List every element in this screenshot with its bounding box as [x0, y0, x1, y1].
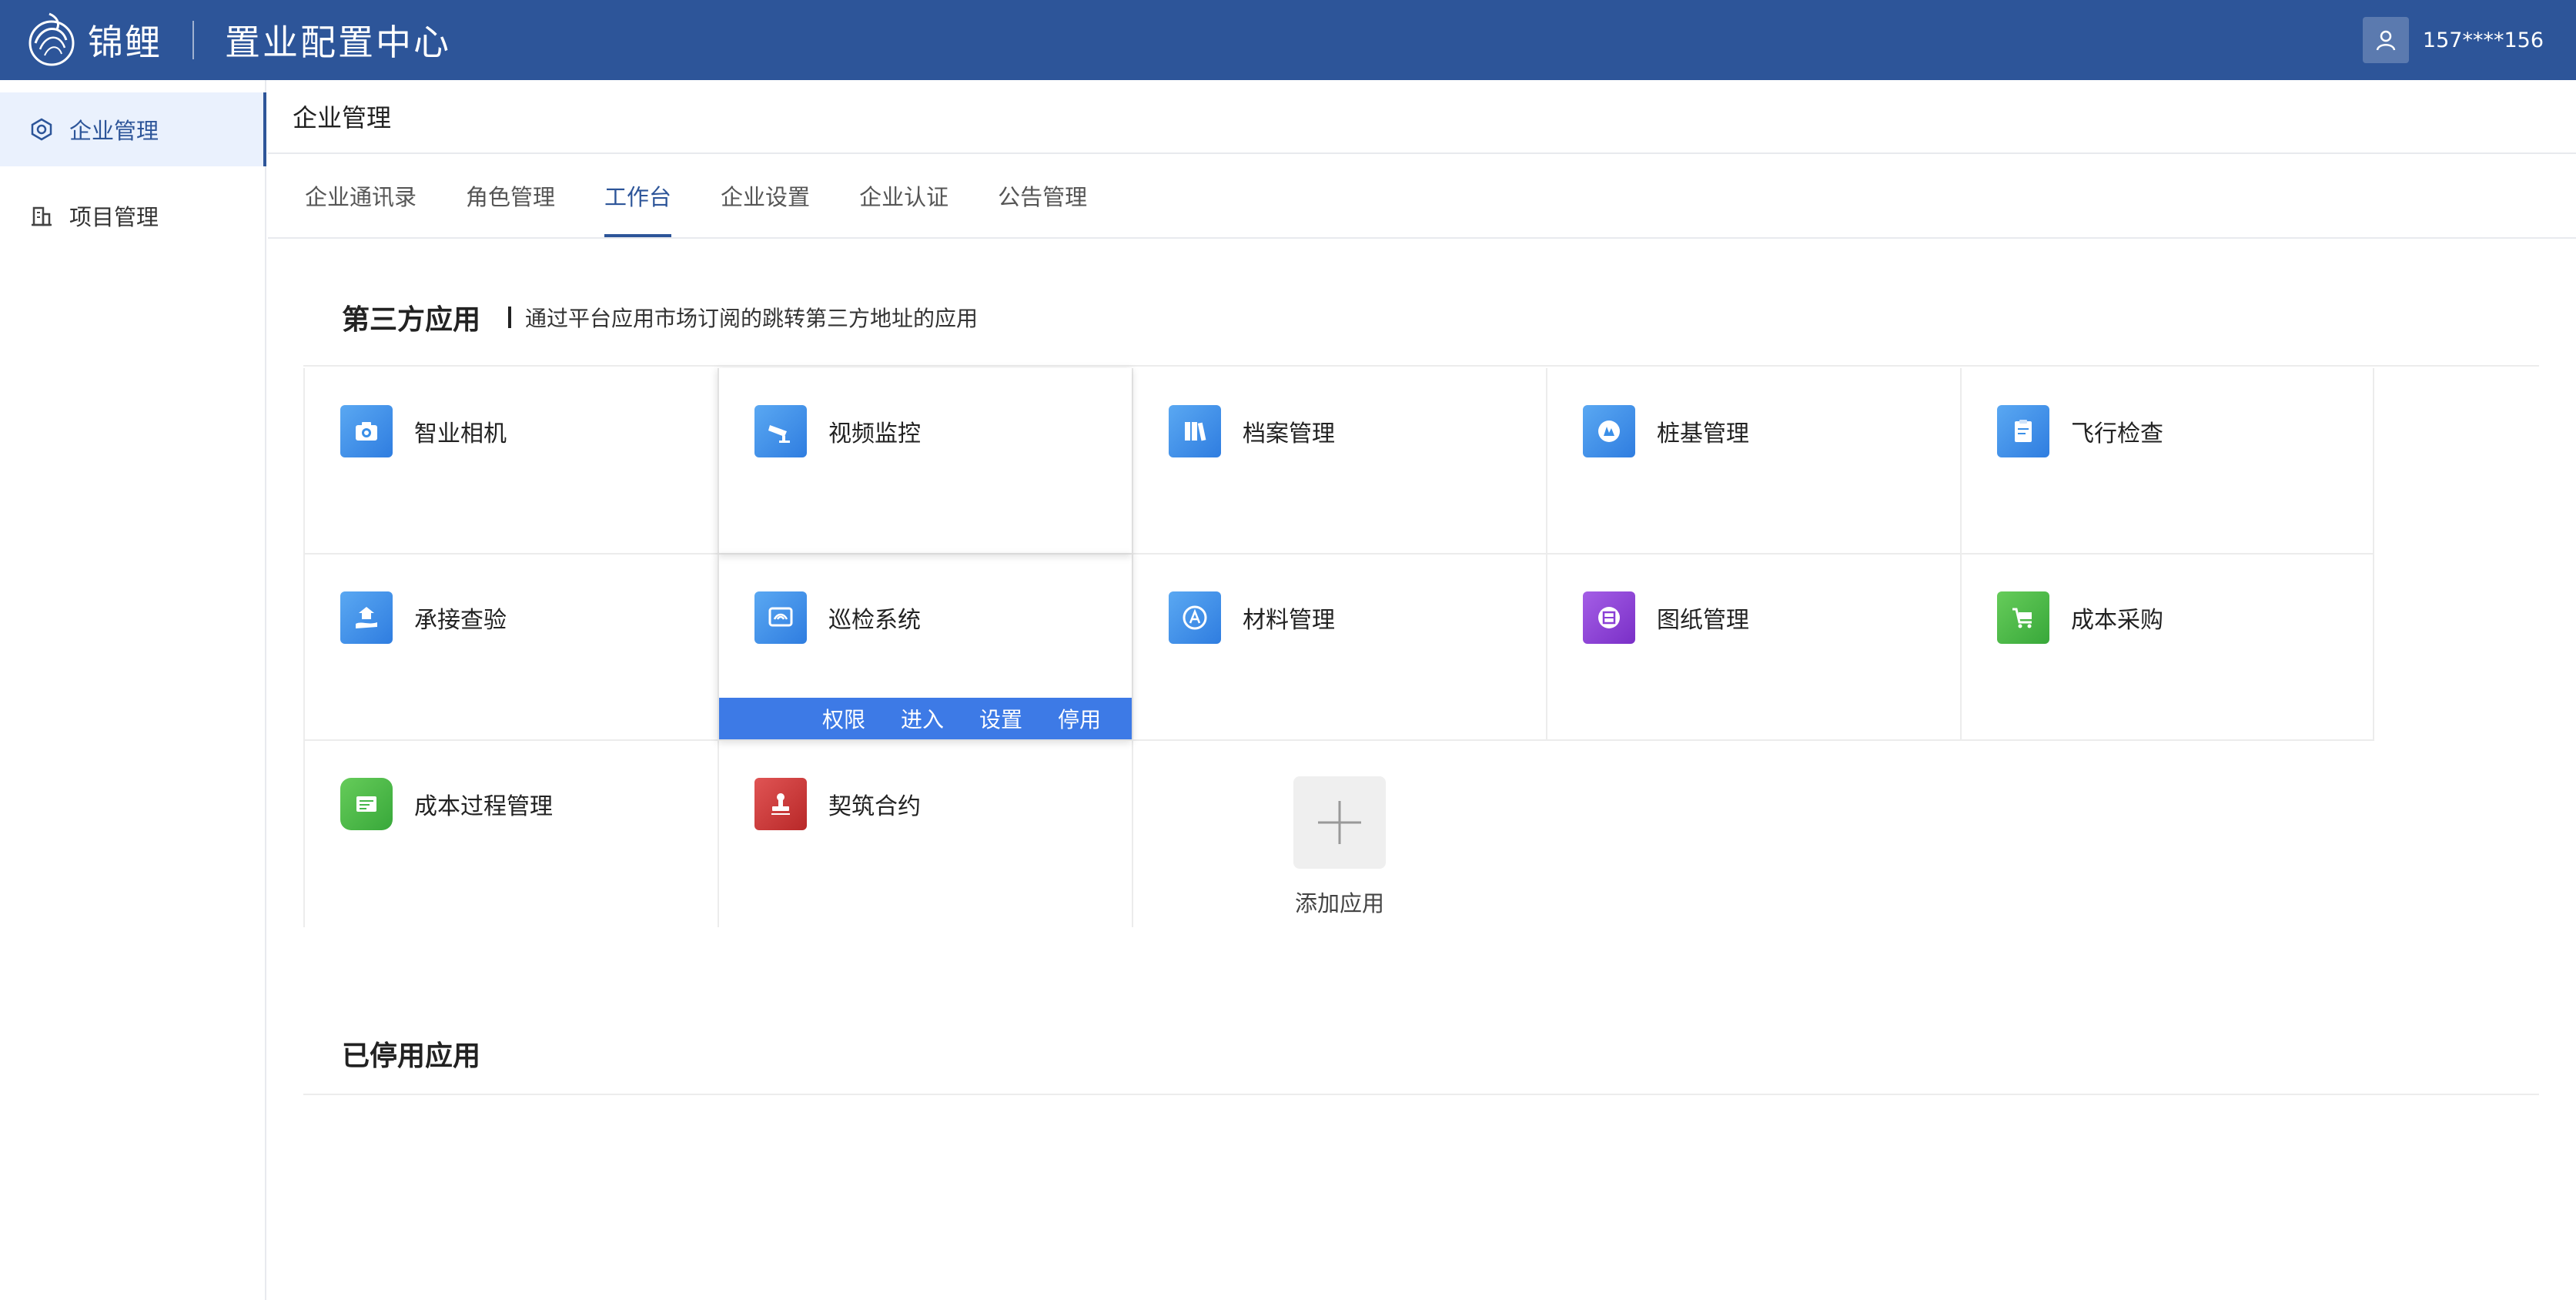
material-badge-icon [1169, 591, 1221, 644]
user-icon [2376, 30, 2396, 51]
koi-logo-icon [28, 12, 75, 66]
tab-settings[interactable]: 企业设置 [721, 154, 810, 237]
main-content: 企业管理 企业通讯录 角色管理 工作台 企业设置 企业认证 公告管理 第三方应用… [268, 80, 2576, 1300]
archive-binders-icon [1169, 405, 1221, 457]
tab-bar: 企业通讯录 角色管理 工作台 企业设置 企业认证 公告管理 [268, 154, 2576, 239]
settings-button[interactable]: 设置 [979, 703, 1022, 734]
logo[interactable]: 锦鲤 [26, 0, 162, 80]
app-card[interactable]: 成本采购 [1960, 555, 2374, 741]
enter-button[interactable]: 进入 [901, 703, 944, 734]
section-description: 通过平台应用市场订阅的跳转第三方地址的应用 [525, 306, 979, 331]
app-name: 承接查验 [414, 607, 507, 634]
app-card[interactable]: 视频监控 [718, 368, 1132, 555]
tab-contacts[interactable]: 企业通讯录 [305, 154, 417, 237]
shopping-cart-icon [1997, 591, 2049, 644]
app-name: 桩基管理 [1657, 420, 1749, 447]
system-title: 置业配置中心 [225, 22, 451, 63]
app-name: 成本采购 [2071, 607, 2163, 634]
section-title: 第三方应用 [342, 304, 481, 336]
app-card-hovered[interactable]: 巡检系统 权限 进入 设置 停用 [718, 555, 1132, 741]
app-card[interactable]: 飞行检查 [1960, 368, 2374, 555]
avatar[interactable] [2362, 17, 2409, 63]
page-title-text: 企业管理 [293, 103, 392, 132]
sidebar-item-enterprise[interactable]: 企业管理 [0, 92, 266, 166]
pile-foundation-icon [1583, 405, 1635, 457]
section-separator [508, 307, 512, 328]
surveillance-camera-icon [754, 405, 807, 457]
app-grid: 智业相机 视频监控 档案管理 桩基管理 飞行检查 承接查验 巡检系统 权限 进入… [303, 368, 2374, 927]
plus-icon [1318, 801, 1361, 844]
tab-workbench[interactable]: 工作台 [604, 154, 672, 237]
app-card[interactable]: 档案管理 [1132, 368, 1546, 555]
app-name: 材料管理 [1243, 607, 1335, 634]
third-party-section-header: 第三方应用 通过平台应用市场订阅的跳转第三方地址的应用 [342, 297, 978, 337]
app-name: 契筑合约 [828, 793, 921, 820]
section-divider [303, 365, 2539, 367]
cost-list-icon [340, 778, 393, 830]
camera-icon [340, 405, 393, 457]
top-header: 锦鲤 置业配置中心 157****156 [0, 0, 2576, 80]
app-name: 图纸管理 [1657, 607, 1749, 634]
hand-house-icon [340, 591, 393, 644]
enterprise-icon [31, 118, 52, 141]
app-name: 档案管理 [1243, 420, 1335, 447]
seal-stamp-icon [754, 778, 807, 830]
blueprint-icon [1583, 591, 1635, 644]
disable-button[interactable]: 停用 [1058, 703, 1101, 734]
sidebar: 企业管理 项目管理 [0, 80, 266, 1300]
building-icon [32, 206, 52, 226]
app-name: 飞行检查 [2071, 420, 2163, 447]
add-app-button[interactable] [1293, 776, 1386, 869]
add-app-label: 添加应用 [1294, 890, 1384, 916]
header-divider [192, 21, 194, 59]
patrol-monitor-icon [754, 591, 807, 644]
permission-button[interactable]: 权限 [822, 703, 865, 734]
page-title: 企业管理 [268, 80, 2576, 154]
disabled-apps-title: 已停用应用 [342, 1040, 481, 1072]
clipboard-check-icon [1997, 405, 2049, 457]
user-menu[interactable]: 157****156 [2362, 0, 2544, 80]
tab-certification[interactable]: 企业认证 [859, 154, 948, 237]
app-card[interactable]: 承接查验 [303, 555, 718, 741]
app-card[interactable]: 智业相机 [303, 368, 718, 555]
brand-name: 锦鲤 [88, 22, 162, 63]
app-card[interactable]: 契筑合约 [718, 741, 1132, 927]
app-card[interactable]: 图纸管理 [1546, 555, 1960, 741]
tab-roles[interactable]: 角色管理 [466, 154, 555, 237]
add-app-card[interactable]: 添加应用 [1132, 741, 1546, 927]
sidebar-item-label: 企业管理 [69, 118, 159, 144]
app-card[interactable]: 成本过程管理 [303, 741, 718, 927]
sidebar-item-label: 项目管理 [69, 204, 159, 230]
app-card[interactable]: 桩基管理 [1546, 368, 1960, 555]
app-name: 视频监控 [828, 420, 921, 447]
username: 157****156 [2422, 28, 2544, 52]
section-divider [303, 1094, 2539, 1095]
tab-announcements[interactable]: 公告管理 [998, 154, 1087, 237]
app-name: 成本过程管理 [414, 793, 553, 820]
app-name: 巡检系统 [828, 607, 921, 634]
app-name: 智业相机 [414, 420, 507, 447]
sidebar-item-project[interactable]: 项目管理 [0, 179, 265, 253]
app-card[interactable]: 材料管理 [1132, 555, 1546, 741]
app-action-bar: 权限 进入 设置 停用 [719, 698, 1132, 739]
